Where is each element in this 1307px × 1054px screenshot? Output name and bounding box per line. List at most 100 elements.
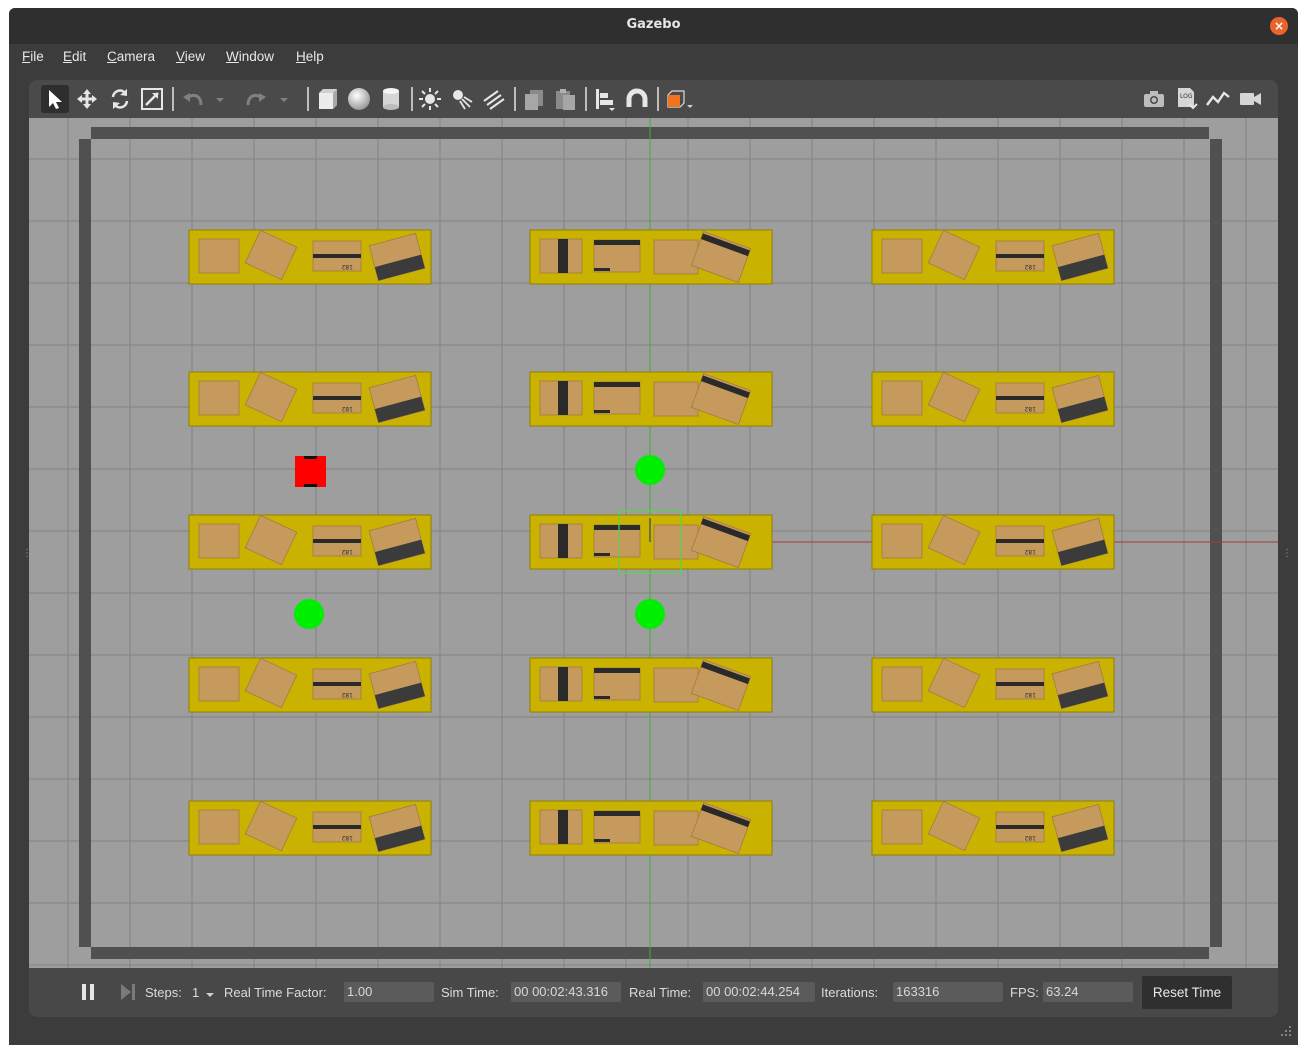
box-label: 182 bbox=[1024, 548, 1036, 555]
cardboard-box bbox=[881, 380, 923, 416]
translate-icon[interactable] bbox=[73, 85, 101, 113]
box-label: 182 bbox=[341, 834, 353, 841]
box-tape bbox=[558, 667, 568, 701]
box-tape bbox=[996, 825, 1044, 829]
video-record-icon[interactable] bbox=[1236, 85, 1264, 113]
scene-canvas[interactable]: 182 182 182 182 182 182 182 182 182 182 bbox=[29, 118, 1278, 968]
select-arrow-icon[interactable] bbox=[41, 85, 69, 113]
menu-camera[interactable]: Camera bbox=[107, 49, 155, 64]
box-label: 182 bbox=[341, 548, 353, 555]
toolbar-separator bbox=[514, 87, 516, 111]
robot-wheel bbox=[304, 456, 317, 459]
box-shape-icon[interactable] bbox=[313, 85, 341, 113]
menu-view[interactable]: View bbox=[176, 49, 205, 64]
real-time-label: Real Time: bbox=[629, 985, 692, 1000]
toolbar-separator bbox=[307, 87, 309, 111]
box-tape bbox=[996, 396, 1044, 400]
box-tape bbox=[594, 696, 610, 699]
spot-light-icon[interactable] bbox=[448, 85, 476, 113]
box-tape bbox=[996, 682, 1044, 686]
steps-label: Steps: bbox=[145, 985, 182, 1000]
menu-edit[interactable]: Edit bbox=[63, 49, 86, 64]
cardboard-box bbox=[653, 381, 699, 417]
box-tape bbox=[558, 239, 568, 273]
box-tape bbox=[594, 811, 640, 816]
sphere-shape-icon[interactable] bbox=[345, 85, 373, 113]
screenshot-camera-icon[interactable] bbox=[1140, 85, 1168, 113]
cardboard-box bbox=[653, 524, 699, 560]
close-icon[interactable]: × bbox=[1270, 17, 1288, 35]
main-panel: LOG 182 182 182 182 182 182 182 182 182 182 Steps… bbox=[29, 80, 1278, 1017]
reset-time-button[interactable]: Reset Time bbox=[1142, 976, 1232, 1009]
wall-east bbox=[1210, 139, 1222, 947]
right-splitter-handle[interactable]: ⋮ bbox=[1282, 548, 1292, 562]
box-tape bbox=[313, 682, 361, 686]
plot-icon[interactable] bbox=[1204, 85, 1232, 113]
gazebo-window: Gazebo × File Edit Camera View Window He… bbox=[9, 8, 1298, 1045]
wall-west bbox=[79, 139, 91, 947]
undo-icon[interactable] bbox=[179, 85, 207, 113]
3d-viewport[interactable]: 182 182 182 182 182 182 182 182 182 182 bbox=[29, 118, 1278, 968]
point-light-icon[interactable] bbox=[416, 85, 444, 113]
menu-file[interactable]: File bbox=[22, 49, 44, 64]
title-bar: Gazebo × bbox=[9, 8, 1298, 44]
box-tape bbox=[558, 810, 568, 844]
toolbar-separator bbox=[411, 87, 413, 111]
box-tape bbox=[313, 825, 361, 829]
menu-window[interactable]: Window bbox=[226, 49, 274, 64]
svg-text:LOG: LOG bbox=[1180, 93, 1193, 100]
log-icon[interactable]: LOG bbox=[1172, 85, 1200, 113]
toolbar-separator bbox=[172, 87, 174, 111]
redo-dropdown-icon[interactable] bbox=[275, 85, 293, 113]
directional-light-icon[interactable] bbox=[480, 85, 508, 113]
box-tape bbox=[594, 382, 640, 387]
toolbar-separator bbox=[657, 87, 659, 111]
resize-grip-icon[interactable] bbox=[1280, 1022, 1292, 1041]
redo-icon[interactable] bbox=[242, 85, 270, 113]
cardboard-box bbox=[198, 809, 240, 845]
toolbar-separator bbox=[585, 87, 587, 111]
rotate-icon[interactable] bbox=[106, 85, 134, 113]
real-time-field: 00 00:02:44.254 bbox=[703, 982, 815, 1002]
box-tape bbox=[313, 396, 361, 400]
sim-time-label: Sim Time: bbox=[441, 985, 499, 1000]
steps-dropdown-icon[interactable] bbox=[205, 987, 215, 1002]
scale-icon[interactable] bbox=[138, 85, 166, 113]
cardboard-box bbox=[198, 380, 240, 416]
align-icon[interactable] bbox=[591, 85, 619, 113]
status-bar: Steps: 1 Real Time Factor: 1.00 Sim Time… bbox=[29, 968, 1278, 1017]
copy-icon[interactable] bbox=[520, 85, 548, 113]
robot-body bbox=[295, 456, 326, 487]
window-title: Gazebo bbox=[626, 17, 681, 32]
box-tape bbox=[594, 525, 640, 530]
toolbar: LOG bbox=[29, 80, 1278, 118]
box-tape bbox=[594, 240, 640, 245]
cylinder-shape-icon[interactable] bbox=[377, 85, 405, 113]
box-label: 182 bbox=[1024, 691, 1036, 698]
box-tape bbox=[996, 254, 1044, 258]
view-angle-cube-icon[interactable] bbox=[662, 85, 696, 113]
box-tape bbox=[558, 524, 568, 558]
sim-time-field: 00 00:02:43.316 bbox=[511, 982, 621, 1002]
steps-value[interactable]: 1 bbox=[192, 985, 199, 1000]
goal-marker bbox=[635, 599, 665, 629]
snap-magnet-icon[interactable] bbox=[623, 85, 651, 113]
cardboard-box bbox=[881, 809, 923, 845]
cardboard-box bbox=[881, 238, 923, 274]
robot-wheel bbox=[304, 484, 317, 487]
left-splitter-handle[interactable]: ⋮ bbox=[22, 548, 32, 562]
menu-help[interactable]: Help bbox=[296, 49, 324, 64]
box-tape bbox=[594, 410, 610, 413]
box-tape bbox=[313, 254, 361, 258]
paste-icon[interactable] bbox=[551, 85, 579, 113]
step-icon[interactable] bbox=[114, 978, 142, 1006]
undo-dropdown-icon[interactable] bbox=[211, 85, 229, 113]
box-tape bbox=[594, 668, 640, 673]
cardboard-box bbox=[653, 810, 699, 846]
box-label: 182 bbox=[341, 405, 353, 412]
fps-label: FPS: bbox=[1010, 985, 1039, 1000]
cardboard-box bbox=[881, 523, 923, 559]
fps-field: 63.24 bbox=[1043, 982, 1133, 1002]
cardboard-box bbox=[653, 239, 699, 275]
pause-icon[interactable] bbox=[74, 978, 102, 1006]
